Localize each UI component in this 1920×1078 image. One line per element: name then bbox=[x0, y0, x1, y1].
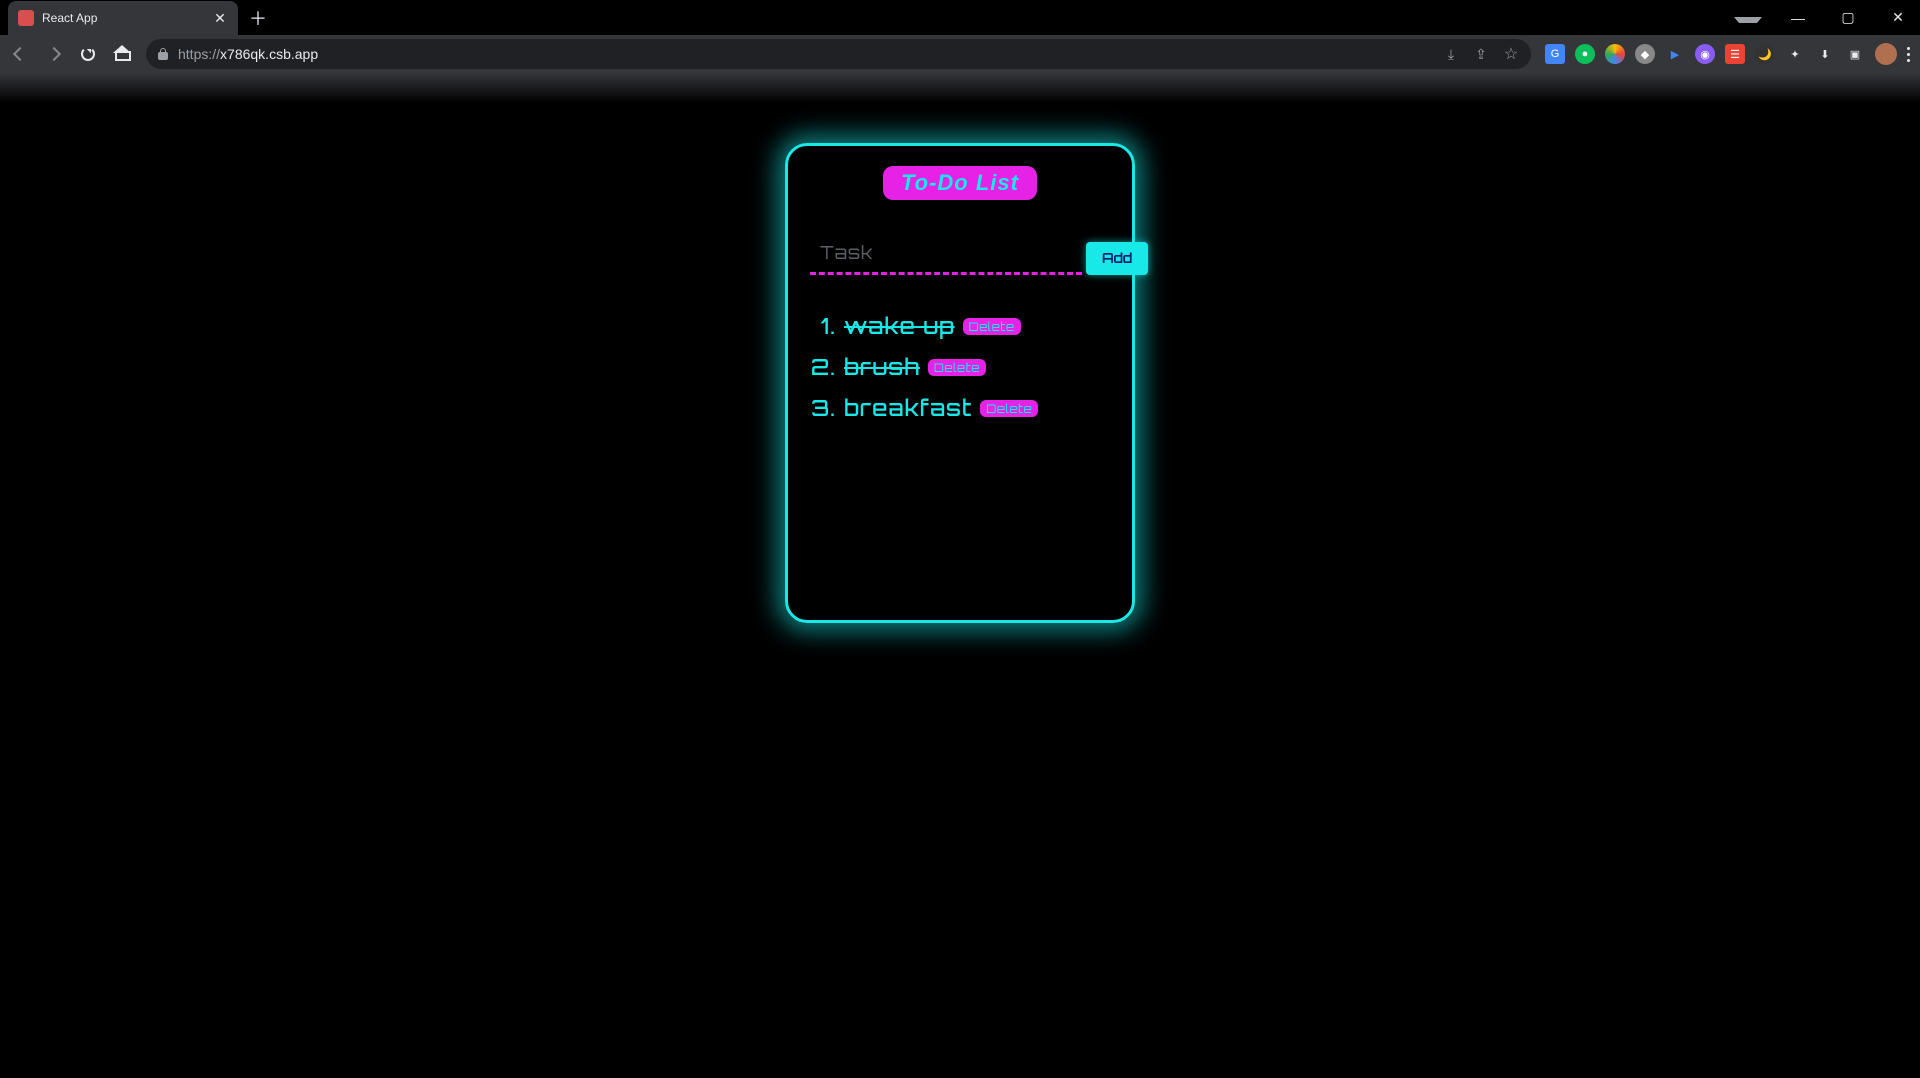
downloads-icon[interactable]: ⬇ bbox=[1815, 44, 1835, 64]
extensions-menu-icon[interactable]: ✦ bbox=[1785, 44, 1805, 64]
task-input-row: Add bbox=[810, 236, 1110, 275]
extension-icon[interactable]: ◉ bbox=[1695, 44, 1715, 64]
browser-chrome: React App ✕ ＋ — ▢ ✕ https://x786qk.csb.a… bbox=[0, 0, 1920, 103]
new-tab-button[interactable]: ＋ bbox=[244, 4, 272, 32]
todo-list: 1. wake up Delete 2. brush Delete 3. breakfast D… bbox=[810, 313, 1110, 422]
home-icon bbox=[115, 47, 129, 61]
todo-number: 1. bbox=[810, 313, 836, 340]
share-icon[interactable]: ⇪ bbox=[1473, 46, 1489, 62]
tab-search-button[interactable] bbox=[1734, 10, 1762, 26]
back-button[interactable] bbox=[10, 44, 30, 64]
maximize-button[interactable]: ▢ bbox=[1834, 9, 1862, 26]
card-title: To-Do List bbox=[883, 166, 1037, 200]
browser-toolbar: https://x786qk.csb.app ⤓ ⇪ ☆ G ● ◆ ▶ ◉ ☰… bbox=[0, 35, 1920, 73]
chevron-down-icon bbox=[1734, 17, 1762, 23]
todo-text[interactable]: brush bbox=[844, 354, 920, 381]
minimize-button[interactable]: — bbox=[1784, 10, 1812, 26]
todo-item: 3. breakfast Delete bbox=[810, 395, 1110, 422]
extension-icon[interactable]: ◆ bbox=[1635, 44, 1655, 64]
tab-strip: React App ✕ ＋ — ▢ ✕ bbox=[0, 0, 1920, 35]
task-input[interactable] bbox=[810, 236, 1082, 275]
reading-list-icon[interactable]: ▣ bbox=[1845, 44, 1865, 64]
todo-text[interactable]: wake up bbox=[844, 313, 955, 340]
extension-icon[interactable]: ☰ bbox=[1725, 44, 1745, 64]
url-host: x786qk.csb.app bbox=[220, 46, 318, 62]
lock-icon bbox=[158, 48, 168, 60]
toolbar-shadow bbox=[0, 73, 1920, 103]
extension-icon[interactable]: 🌙 bbox=[1755, 44, 1775, 64]
extension-icon[interactable]: G bbox=[1545, 44, 1565, 64]
address-bar[interactable]: https://x786qk.csb.app ⤓ ⇪ ☆ bbox=[146, 39, 1531, 69]
close-window-button[interactable]: ✕ bbox=[1884, 9, 1912, 26]
arrow-right-icon bbox=[47, 47, 61, 61]
extension-icon[interactable]: ▶ bbox=[1665, 44, 1685, 64]
bookmark-star-icon[interactable]: ☆ bbox=[1503, 46, 1519, 62]
extension-icon[interactable] bbox=[1605, 44, 1625, 64]
profile-avatar[interactable] bbox=[1875, 43, 1897, 65]
browser-tab[interactable]: React App ✕ bbox=[8, 1, 238, 35]
page-content: To-Do List Add 1. wake up Delete 2. brush Del… bbox=[0, 103, 1920, 1078]
todo-item: 2. brush Delete bbox=[810, 354, 1110, 381]
omnibox-actions: ⤓ ⇪ ☆ bbox=[1443, 46, 1519, 62]
extensions-bar: G ● ◆ ▶ ◉ ☰ 🌙 ✦ ⬇ ▣ bbox=[1545, 43, 1910, 65]
chrome-menu-button[interactable] bbox=[1907, 47, 1910, 62]
extension-icon[interactable]: ● bbox=[1575, 44, 1595, 64]
tab-title: React App bbox=[42, 11, 204, 25]
reload-icon bbox=[81, 47, 95, 61]
url-text: https://x786qk.csb.app bbox=[178, 46, 1433, 62]
delete-button[interactable]: Delete bbox=[928, 359, 986, 376]
url-scheme: https:// bbox=[178, 46, 220, 62]
todo-item: 1. wake up Delete bbox=[810, 313, 1110, 340]
delete-button[interactable]: Delete bbox=[980, 400, 1038, 417]
forward-button[interactable] bbox=[44, 44, 64, 64]
todo-number: 3. bbox=[810, 395, 836, 422]
arrow-left-icon bbox=[13, 47, 27, 61]
delete-button[interactable]: Delete bbox=[963, 318, 1021, 335]
install-app-icon[interactable]: ⤓ bbox=[1443, 46, 1459, 62]
home-button[interactable] bbox=[112, 44, 132, 64]
todo-text[interactable]: breakfast bbox=[844, 395, 972, 422]
reload-button[interactable] bbox=[78, 44, 98, 64]
todo-card: To-Do List Add 1. wake up Delete 2. brush Del… bbox=[785, 143, 1135, 623]
todo-number: 2. bbox=[810, 354, 836, 381]
close-tab-icon[interactable]: ✕ bbox=[212, 10, 228, 26]
favicon-icon bbox=[18, 10, 34, 26]
window-controls: — ▢ ✕ bbox=[1734, 0, 1912, 35]
add-button[interactable]: Add bbox=[1086, 242, 1148, 275]
